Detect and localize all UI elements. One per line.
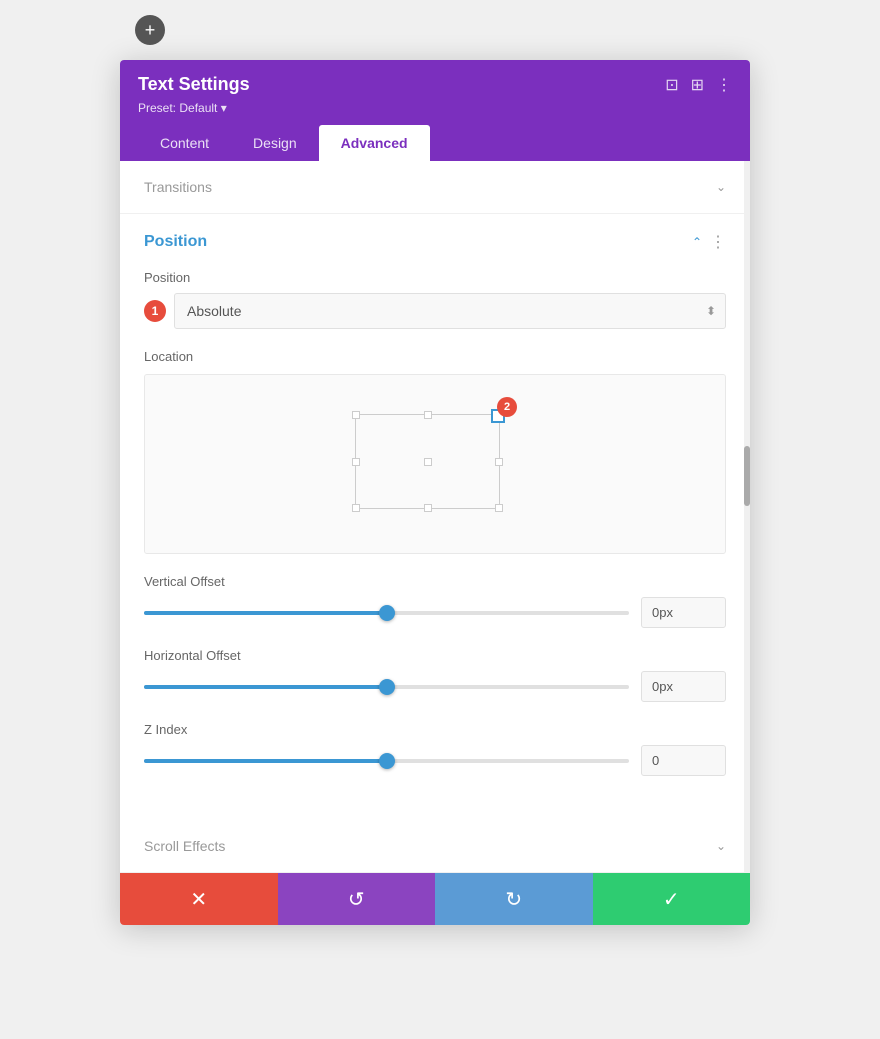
confirm-button[interactable]: ✓ <box>593 873 751 925</box>
badge-2: 2 <box>497 397 517 417</box>
vertical-offset-slider[interactable] <box>144 611 629 615</box>
z-index-slider[interactable] <box>144 759 629 763</box>
location-diagram: 2 <box>355 414 515 514</box>
scrollbar-thumb[interactable] <box>744 446 750 506</box>
scrollbar-track <box>744 161 750 873</box>
badge-1: 1 <box>144 300 166 322</box>
vertical-offset-row: Vertical Offset 0px <box>144 574 726 628</box>
modal-footer: ✕ ↺ ↻ ✓ <box>120 873 750 925</box>
horizontal-offset-control: 0px <box>144 671 726 702</box>
pos-dot-tl[interactable] <box>352 411 360 419</box>
transitions-header[interactable]: Transitions ⌄ <box>144 179 726 195</box>
columns-icon[interactable]: ⊞ <box>691 75 704 95</box>
position-section-controls: ⌃ ⋮ <box>692 232 726 252</box>
transitions-chevron: ⌄ <box>716 180 726 194</box>
modal-container: Text Settings ⊡ ⊞ ⋮ Preset: Default ▾ Co… <box>120 60 750 925</box>
transitions-section: Transitions ⌄ <box>120 161 750 214</box>
z-index-input[interactable]: 0 <box>641 745 726 776</box>
tab-design[interactable]: Design <box>231 125 319 161</box>
pos-dot-bc[interactable] <box>424 504 432 512</box>
position-select-wrapper: 1 Default Static Relative Absolute Fixed… <box>144 293 726 329</box>
z-index-row: Z Index 0 <box>144 722 726 776</box>
add-button[interactable]: + <box>135 15 165 45</box>
active-position-indicator: 2 <box>491 409 505 423</box>
pos-dot-br[interactable] <box>495 504 503 512</box>
position-select[interactable]: Default Static Relative Absolute Fixed <box>174 293 726 329</box>
vertical-offset-label: Vertical Offset <box>144 574 726 589</box>
pos-dot-bl[interactable] <box>352 504 360 512</box>
position-more-icon[interactable]: ⋮ <box>710 232 726 252</box>
horizontal-offset-input[interactable]: 0px <box>641 671 726 702</box>
pos-dot-mr[interactable] <box>495 458 503 466</box>
cancel-button[interactable]: ✕ <box>120 873 278 925</box>
position-section-header: Position ⌃ ⋮ <box>144 232 726 252</box>
more-icon[interactable]: ⋮ <box>716 75 732 95</box>
tab-content[interactable]: Content <box>138 125 231 161</box>
tab-advanced[interactable]: Advanced <box>319 125 430 161</box>
pos-dot-tc[interactable] <box>424 411 432 419</box>
redo-button[interactable]: ↻ <box>435 873 593 925</box>
header-icons: ⊡ ⊞ ⋮ <box>665 75 732 95</box>
position-section: Position ⌃ ⋮ Position 1 Default Static R… <box>120 214 750 820</box>
modal-title: Text Settings <box>138 74 250 95</box>
horizontal-offset-row: Horizontal Offset 0px <box>144 648 726 702</box>
horizontal-offset-slider[interactable] <box>144 685 629 689</box>
vertical-offset-input[interactable]: 0px <box>641 597 726 628</box>
scroll-effects-section: Scroll Effects ⌄ <box>120 820 750 873</box>
position-section-title: Position <box>144 233 207 251</box>
location-label: Location <box>144 349 726 364</box>
undo-button[interactable]: ↺ <box>278 873 436 925</box>
vertical-offset-control: 0px <box>144 597 726 628</box>
position-diagram: 2 <box>355 414 500 509</box>
transitions-title: Transitions <box>144 179 212 195</box>
tabs-bar: Content Design Advanced <box>138 125 732 161</box>
responsive-icon[interactable]: ⊡ <box>665 75 678 95</box>
modal-body: Transitions ⌄ Position ⌃ ⋮ Position <box>120 161 750 873</box>
location-box[interactable]: 2 <box>144 374 726 554</box>
scroll-effects-title: Scroll Effects <box>144 838 225 854</box>
z-index-control: 0 <box>144 745 726 776</box>
scroll-effects-chevron: ⌄ <box>716 839 726 853</box>
position-collapse-icon[interactable]: ⌃ <box>692 235 702 249</box>
pos-dot-ml[interactable] <box>352 458 360 466</box>
z-index-label: Z Index <box>144 722 726 737</box>
horizontal-offset-label: Horizontal Offset <box>144 648 726 663</box>
pos-dot-mc[interactable] <box>424 458 432 466</box>
modal-header: Text Settings ⊡ ⊞ ⋮ Preset: Default ▾ Co… <box>120 60 750 161</box>
position-field-label: Position <box>144 270 726 285</box>
preset-selector[interactable]: Preset: Default ▾ <box>138 101 732 115</box>
scroll-effects-header[interactable]: Scroll Effects ⌄ <box>144 838 726 854</box>
